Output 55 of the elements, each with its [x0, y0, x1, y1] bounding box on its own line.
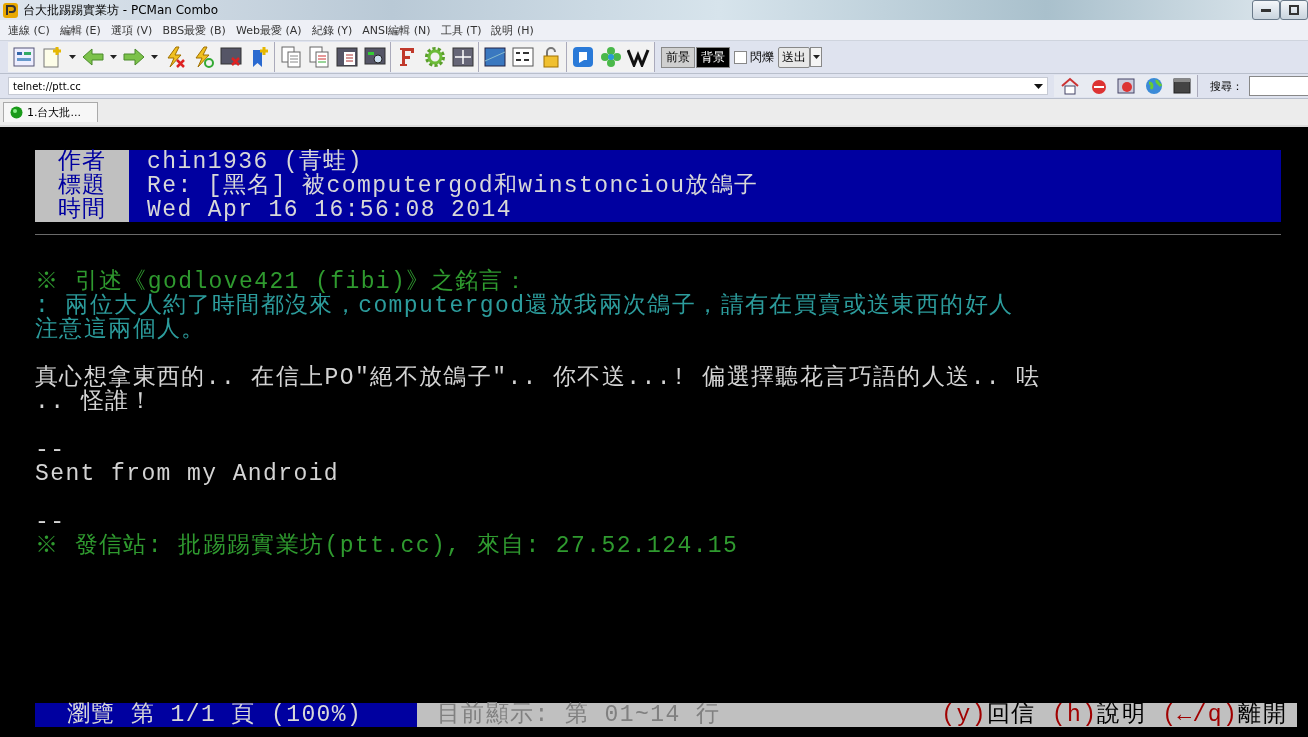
search-field[interactable]: [1249, 76, 1308, 96]
menu-item[interactable]: ANSI編輯 (N): [357, 22, 436, 38]
header-value: Re: [黑名] 被computergod和winstonciou放鴿子: [146, 174, 760, 198]
tab-label: 1.台大批...: [27, 105, 81, 120]
blink-label: 閃爍: [750, 48, 774, 66]
header-value: chin1936 (青蛙): [146, 150, 364, 174]
restore-icon[interactable]: [1289, 5, 1299, 15]
window-title: 台大批踢踢實業坊 - PCMan Combo: [23, 1, 219, 19]
caret-icon[interactable]: [812, 55, 820, 59]
text-line: Sent from my Android: [35, 461, 340, 487]
caret-icon[interactable]: [68, 55, 76, 59]
send-button[interactable]: 送出: [778, 46, 810, 68]
command-hint[interactable]: (y)回信: [941, 703, 1036, 727]
resize-icon[interactable]: [450, 44, 475, 70]
menu-item[interactable]: 工具 (T): [435, 22, 487, 38]
address-book-icon[interactable]: [11, 44, 36, 70]
status-dot-icon: [10, 106, 23, 119]
background-button[interactable]: 背景: [696, 46, 730, 68]
caret-icon[interactable]: [109, 55, 117, 59]
origin-line: ※ 發信站: 批踢踢實業坊(ptt.cc), 來自: 27.52.124.15: [35, 533, 739, 559]
menu-item[interactable]: BBS最愛 (B): [157, 22, 231, 38]
minimize-button[interactable]: [1252, 0, 1280, 20]
menu-item[interactable]: Web最愛 (A): [230, 22, 307, 38]
page-indicator: 瀏覽 第 1/1 頁 (100%): [35, 703, 417, 727]
restore-button[interactable]: [1280, 0, 1308, 20]
app-logo-icon: [3, 2, 18, 18]
text-line: .. 怪誰！: [35, 389, 154, 415]
line-range-text: 目前顯示: 第 01~14 行: [436, 703, 721, 727]
menu-item[interactable]: 編輯 (E): [54, 22, 106, 38]
blink-checkbox[interactable]: [734, 50, 747, 64]
send-dropdown-button[interactable]: [810, 47, 822, 67]
text-line: --: [35, 437, 66, 463]
speech-bubble-icon[interactable]: [570, 44, 595, 70]
menu-item[interactable]: 連線 (C): [3, 22, 55, 38]
header-label: 時間: [35, 198, 129, 222]
header-label: 作者: [35, 150, 129, 174]
menu-item[interactable]: 說明 (H): [486, 22, 539, 38]
connection-tab[interactable]: 1.台大批...: [3, 102, 98, 122]
document-list-icon[interactable]: [334, 44, 359, 70]
command-hint[interactable]: (←/q)離開: [1162, 703, 1287, 727]
header-value: Wed Apr 16 16:56:08 2014: [146, 198, 513, 222]
address-field[interactable]: telnet://ptt.cc: [8, 77, 1048, 95]
menu-item[interactable]: 選項 (V): [105, 22, 158, 38]
quote-line: 注意這兩個人。: [35, 317, 206, 343]
menu-item[interactable]: 紀錄 (Y): [306, 22, 358, 38]
text-line: --: [35, 509, 66, 535]
symbols-icon[interactable]: [510, 44, 535, 70]
caret-icon[interactable]: [1034, 83, 1043, 89]
search-label: 搜尋：: [1210, 78, 1243, 94]
foreground-button[interactable]: 前景: [661, 46, 695, 68]
header-label: 標題: [35, 174, 129, 198]
command-hint[interactable]: (h)說明: [1051, 703, 1147, 727]
minimize-icon[interactable]: [1261, 8, 1271, 12]
window-icon[interactable]: [482, 44, 507, 70]
caret-icon[interactable]: [150, 55, 158, 59]
